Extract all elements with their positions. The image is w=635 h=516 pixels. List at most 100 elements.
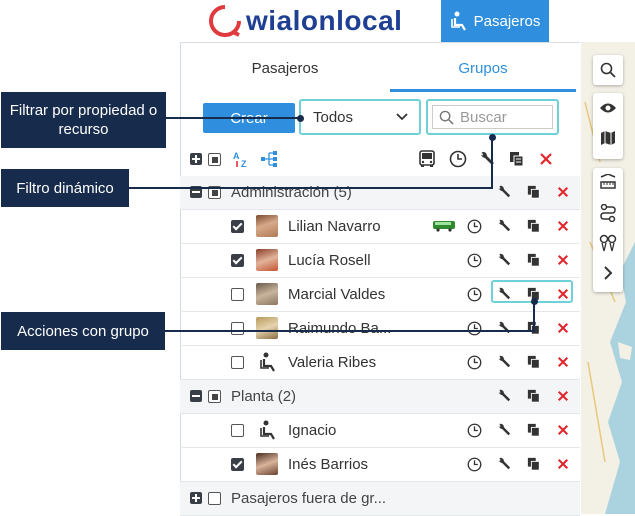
close-icon[interactable] <box>555 456 571 472</box>
group-row[interactable]: Administración (5) <box>180 176 580 210</box>
list-item[interactable]: Lucía Rosell <box>180 244 580 278</box>
copy-icon[interactable] <box>526 422 542 438</box>
clock-icon[interactable] <box>466 354 482 370</box>
group-label: Planta (2) <box>231 388 297 405</box>
list-item[interactable]: Raimundo Ba... <box>180 312 580 346</box>
group-checkbox[interactable] <box>208 390 221 403</box>
close-icon[interactable] <box>536 149 556 169</box>
list-item[interactable]: Ignacio <box>180 414 580 448</box>
item-checkbox[interactable] <box>231 458 244 471</box>
wrench-icon[interactable] <box>496 354 512 370</box>
copy-icon[interactable] <box>526 354 542 370</box>
clock-icon[interactable] <box>448 149 468 169</box>
filter-select-value: Todos <box>313 108 354 126</box>
callout-line <box>165 330 535 332</box>
passenger-name: Raimundo Ba... <box>288 320 392 337</box>
copy-icon[interactable] <box>507 149 527 169</box>
item-checkbox[interactable] <box>231 288 244 301</box>
map-icon[interactable] <box>593 123 623 153</box>
expand-icon[interactable] <box>190 492 202 504</box>
wrench-icon[interactable] <box>496 218 512 234</box>
group-row[interactable]: Pasajeros fuera de gr... <box>180 482 580 516</box>
pin-icon[interactable] <box>593 228 623 258</box>
passenger-name: Valeria Ribes <box>288 354 377 371</box>
top-bar: wialonlocal Pasajeros <box>180 0 580 43</box>
item-checkbox[interactable] <box>231 356 244 369</box>
wrench-icon[interactable] <box>477 149 497 169</box>
clock-icon[interactable] <box>466 286 482 302</box>
group-row[interactable]: Planta (2) <box>180 380 580 414</box>
wrench-icon[interactable] <box>496 388 512 404</box>
clock-icon[interactable] <box>466 252 482 268</box>
item-checkbox[interactable] <box>231 254 244 267</box>
bus-icon[interactable] <box>417 149 437 169</box>
clock-icon[interactable] <box>466 320 482 336</box>
tab-bar: Pasajeros Grupos <box>180 44 580 92</box>
close-icon[interactable] <box>555 422 571 438</box>
select-all-checkbox[interactable] <box>208 153 221 166</box>
logo-text-accent: local <box>336 5 403 36</box>
passenger-name: Lucía Rosell <box>288 252 371 269</box>
search-box[interactable]: Buscar <box>426 99 559 135</box>
search-icon <box>593 55 623 85</box>
wrench-icon[interactable] <box>496 422 512 438</box>
logo-mark-icon <box>209 5 241 37</box>
wrench-icon[interactable] <box>496 320 512 336</box>
avatar <box>256 215 278 237</box>
callout-dot <box>531 298 538 305</box>
clock-icon[interactable] <box>466 456 482 472</box>
copy-icon[interactable] <box>526 218 542 234</box>
list-item[interactable]: Inés Barrios <box>180 448 580 482</box>
close-icon[interactable] <box>555 252 571 268</box>
avatar <box>256 453 278 475</box>
avatar <box>256 283 278 305</box>
copy-icon[interactable] <box>526 252 542 268</box>
clock-icon[interactable] <box>466 218 482 234</box>
expand-all-icon[interactable] <box>190 153 202 165</box>
chevron-down-icon <box>395 110 409 128</box>
item-checkbox[interactable] <box>231 424 244 437</box>
tab-pasajeros[interactable]: Pasajeros <box>180 44 390 92</box>
copy-icon[interactable] <box>526 184 542 200</box>
close-icon[interactable] <box>555 320 571 336</box>
copy-icon[interactable] <box>526 456 542 472</box>
callout-group-actions: Acciones con grupo <box>1 312 165 350</box>
chevron-right-icon[interactable] <box>593 258 623 288</box>
list-item[interactable]: Valeria Ribes <box>180 346 580 380</box>
map-measure-tools <box>593 168 623 292</box>
group-label: Administración (5) <box>231 184 352 201</box>
passenger-icon <box>450 11 466 31</box>
close-icon[interactable] <box>555 354 571 370</box>
passengers-module-button[interactable]: Pasajeros <box>441 0 549 42</box>
eye-icon[interactable] <box>593 93 623 123</box>
ruler-icon[interactable] <box>593 168 623 198</box>
copy-icon[interactable] <box>526 388 542 404</box>
map-search-tool[interactable] <box>593 55 623 85</box>
hierarchy-icon[interactable] <box>260 149 280 169</box>
passenger-name: Marcial Valdes <box>288 286 386 303</box>
clock-icon[interactable] <box>466 422 482 438</box>
list-item[interactable]: Lilian Navarro <box>180 210 580 244</box>
route-icon[interactable] <box>593 198 623 228</box>
passenger-name: Lilian Navarro <box>288 218 381 235</box>
close-icon[interactable] <box>555 184 571 200</box>
group-checkbox[interactable] <box>208 492 221 505</box>
wrench-icon[interactable] <box>496 252 512 268</box>
avatar <box>256 249 278 271</box>
close-icon[interactable] <box>555 388 571 404</box>
passenger-icon <box>259 352 277 372</box>
item-checkbox[interactable] <box>231 322 244 335</box>
filter-select[interactable]: Todos <box>299 99 421 135</box>
close-icon[interactable] <box>555 218 571 234</box>
wrench-icon[interactable] <box>496 456 512 472</box>
item-checkbox[interactable] <box>231 220 244 233</box>
callout-dot <box>297 115 304 122</box>
search-input[interactable]: Buscar <box>460 109 507 126</box>
tab-grupos[interactable]: Grupos <box>390 44 576 92</box>
wialon-logo: wialonlocal <box>208 4 402 38</box>
sort-az-icon[interactable]: AZ <box>232 149 252 169</box>
avatar <box>256 317 278 339</box>
callout-dynamic-filter: Filtro dinámico <box>1 169 129 207</box>
wrench-icon[interactable] <box>496 184 512 200</box>
collapse-icon[interactable] <box>190 390 202 402</box>
